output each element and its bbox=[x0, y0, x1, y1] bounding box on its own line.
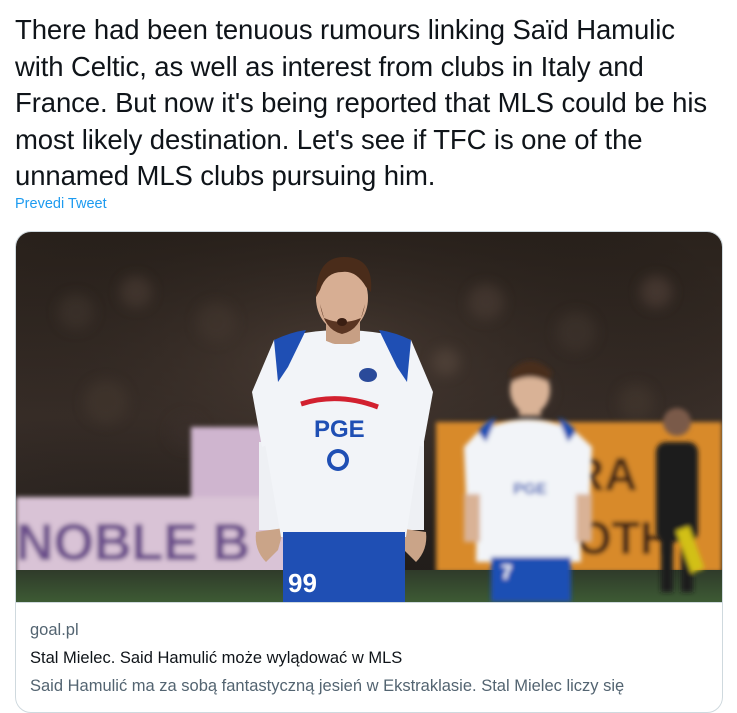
link-preview-card[interactable]: NOBLE B RA OTH PGE 7 PGE 99 goal.pl Stal… bbox=[15, 231, 723, 713]
card-body[interactable]: goal.pl Stal Mielec. Said Hamulić może w… bbox=[16, 602, 722, 712]
card-title: Stal Mielec. Said Hamulić może wylądować… bbox=[30, 649, 403, 667]
svg-text:7: 7 bbox=[501, 562, 512, 584]
svg-text:99: 99 bbox=[288, 568, 317, 598]
svg-text:PGE: PGE bbox=[513, 481, 547, 498]
svg-text:NOBLE B: NOBLE B bbox=[16, 514, 250, 572]
translate-tweet-link[interactable]: Prevedi Tweet bbox=[15, 196, 107, 212]
svg-text:PGE: PGE bbox=[314, 416, 365, 443]
card-description: Said Hamulić ma za sobą fantastyczną jes… bbox=[30, 677, 625, 695]
card-image: NOBLE B RA OTH PGE 7 PGE 99 bbox=[16, 232, 722, 602]
card-domain: goal.pl bbox=[30, 621, 79, 639]
tweet-text: There had been tenuous rumours linking S… bbox=[15, 14, 708, 191]
